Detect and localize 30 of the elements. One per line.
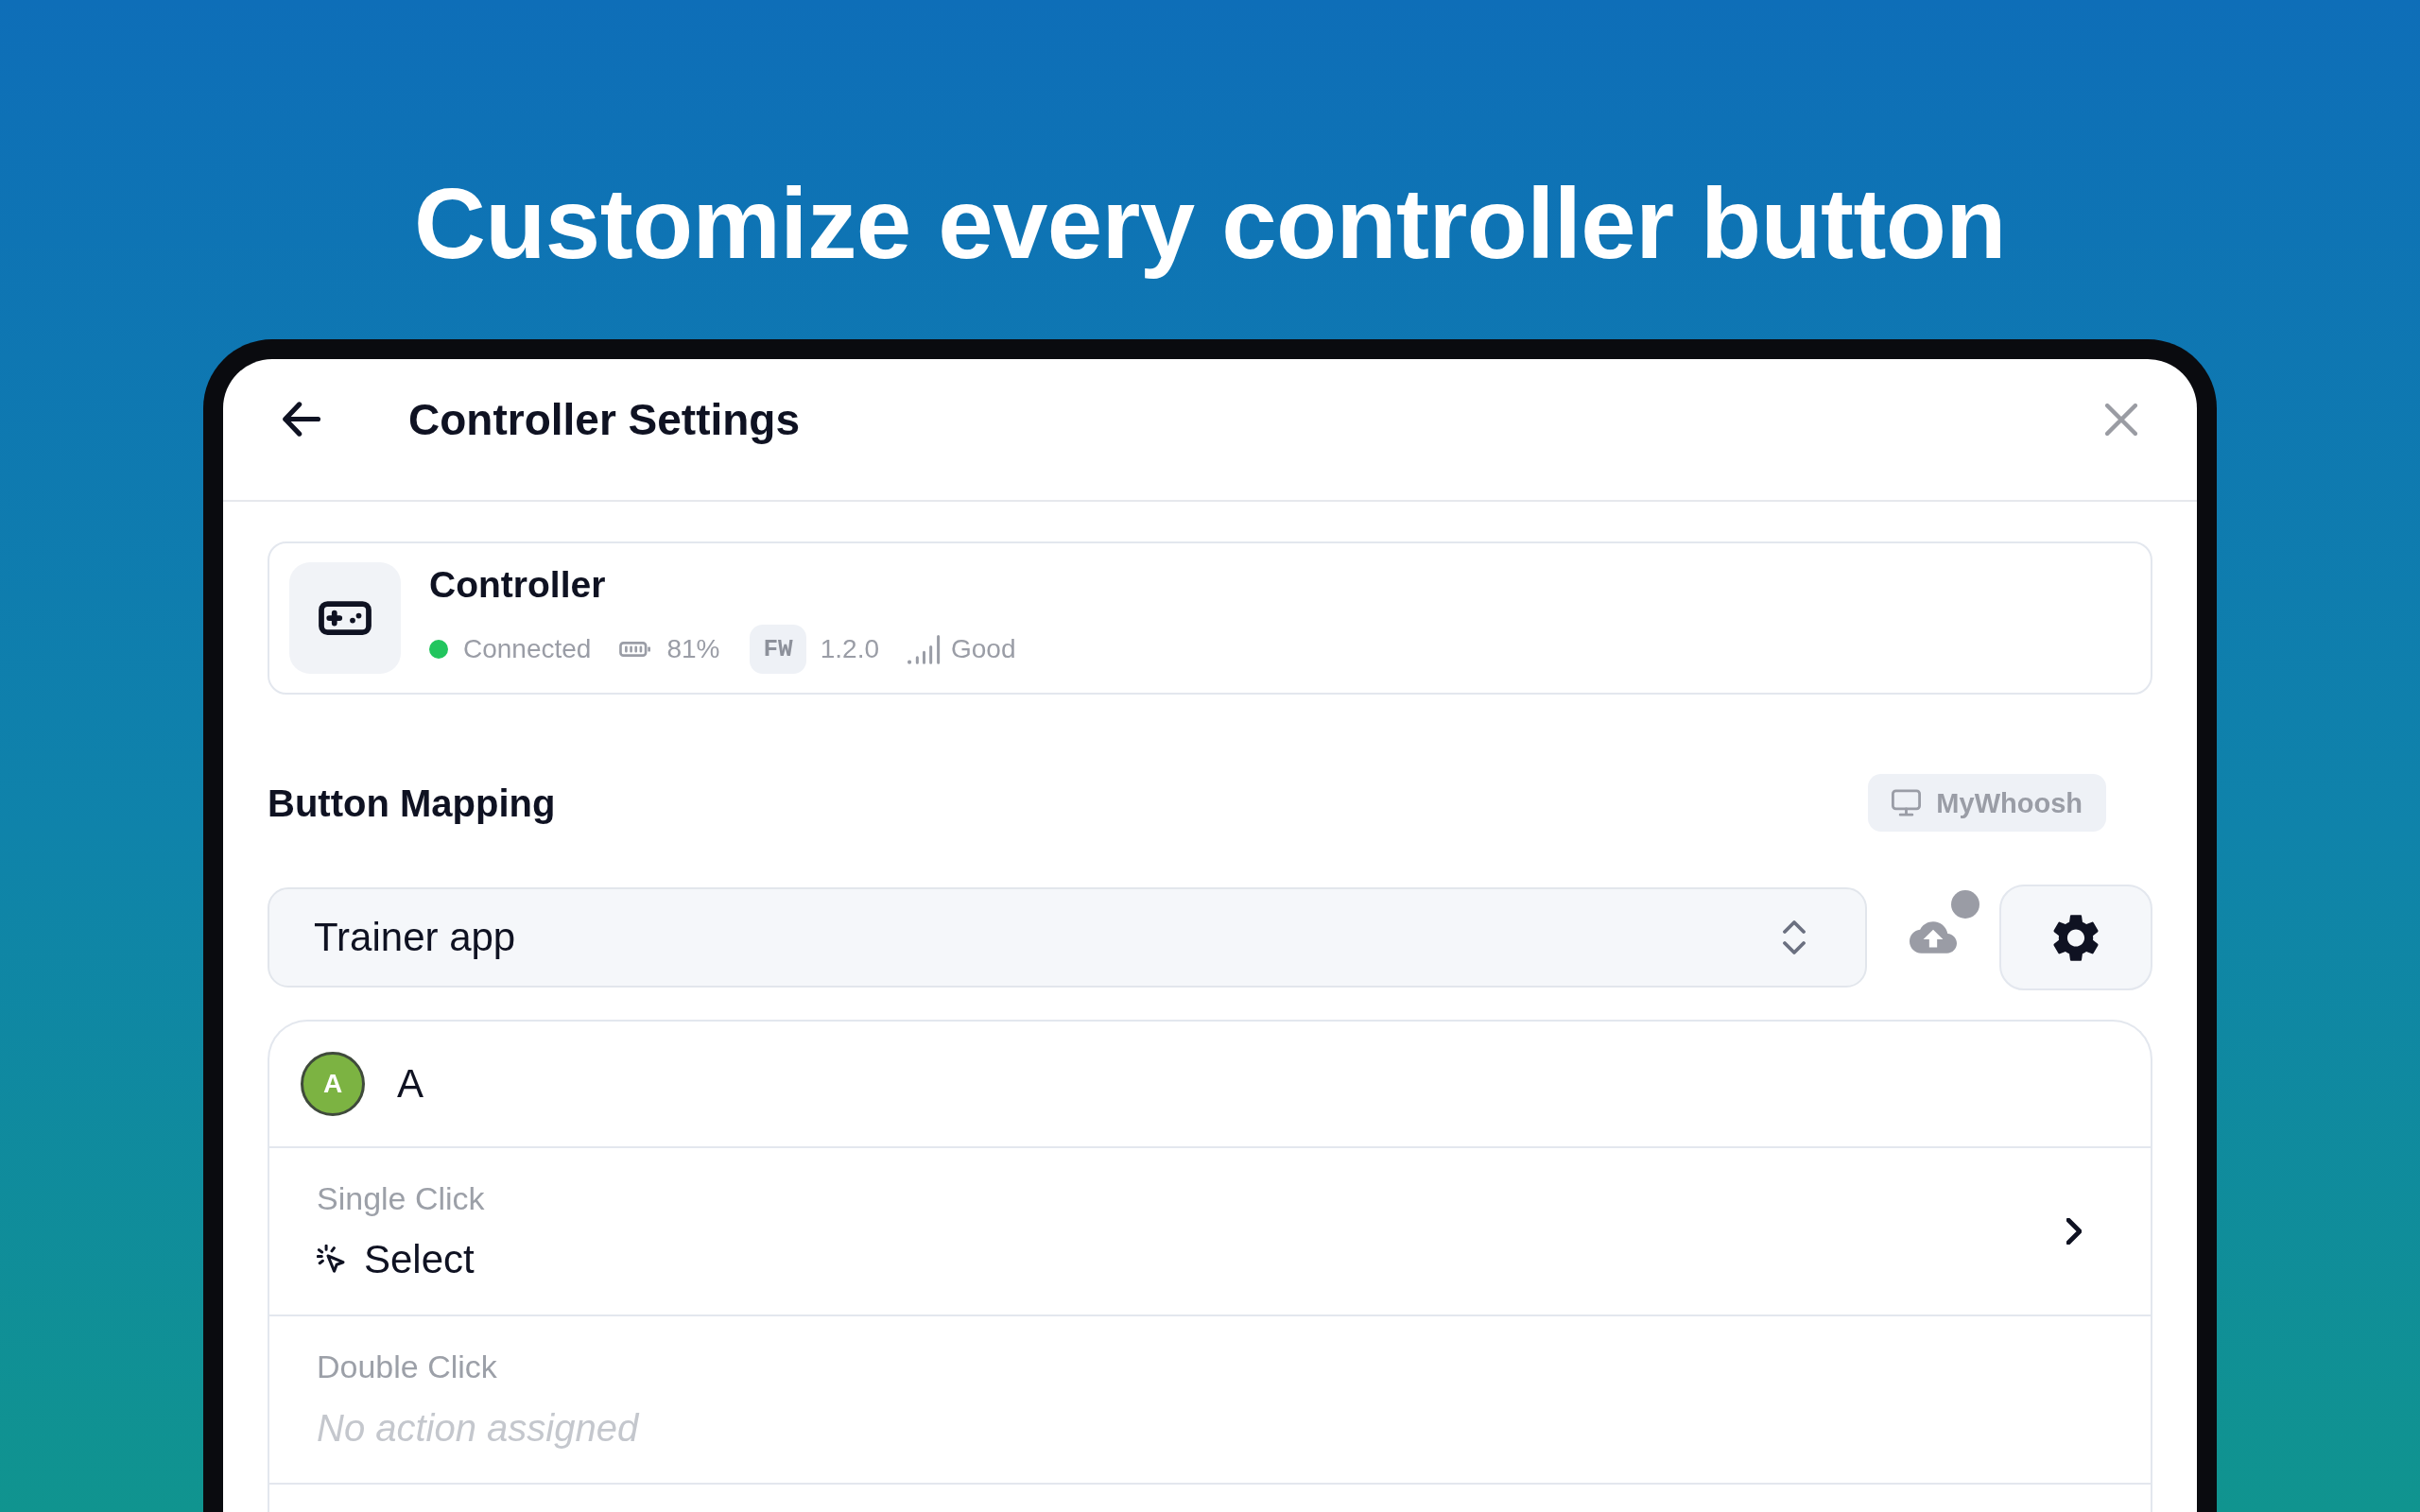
settings-button[interactable] <box>1999 885 2152 990</box>
headline: Customize every controller button <box>414 167 2006 281</box>
chevron-right-icon <box>2066 1218 2082 1245</box>
action-row[interactable]: Single Click Select <box>269 1148 2151 1316</box>
section-title: Button Mapping <box>268 781 556 826</box>
battery-level: 81% <box>666 632 720 665</box>
trigger-label: Single Click <box>317 1179 485 1217</box>
status-text: Connected <box>463 632 592 665</box>
close-icon[interactable] <box>2105 403 2137 436</box>
empty-action-text: No action assigned <box>317 1406 639 1451</box>
device-name: Controller <box>429 562 606 607</box>
window-title: Controller Settings <box>408 393 801 446</box>
signal-quality: Good <box>951 632 1016 665</box>
settings-icon <box>2053 913 2099 962</box>
up-down-chevron-icon <box>1783 919 1806 955</box>
profile-dropdown[interactable]: Trainer app <box>268 887 1867 988</box>
trigger-label: Double Click <box>317 1348 497 1385</box>
firmware-badge: FW <box>750 624 806 674</box>
button-badge: A <box>301 1052 365 1116</box>
app-name: MyWhoosh <box>1936 786 2083 819</box>
back-arrow-icon[interactable] <box>282 402 321 437</box>
gamepad-icon <box>289 562 401 674</box>
monitor-icon <box>1892 789 1922 816</box>
firmware-version: 1.2.0 <box>820 632 879 665</box>
cloud-upload-icon[interactable] <box>1910 921 1957 954</box>
action-label: Select <box>364 1236 475 1283</box>
cursor-click-icon <box>317 1245 347 1275</box>
battery-icon <box>619 640 652 658</box>
signal-icon <box>908 633 941 664</box>
button-label: A <box>397 1060 424 1108</box>
